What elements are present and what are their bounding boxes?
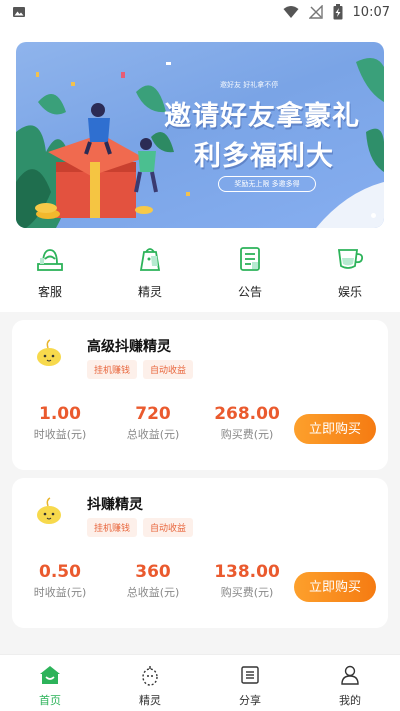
product-name: 高级抖赚精灵: [87, 339, 171, 355]
product-tag: 挂机赚钱: [87, 518, 138, 537]
product-tags: 挂机赚钱 自动收益: [87, 360, 194, 379]
hourly-income-stat: 1.00 时收益(元): [15, 404, 105, 442]
share-icon: [241, 666, 259, 684]
bottom-nav-share[interactable]: 分享: [200, 655, 300, 711]
gallery-notification-icon: [13, 7, 25, 17]
quick-nav-label: 娱乐: [337, 285, 362, 299]
bottom-nav-home[interactable]: 首页: [0, 655, 100, 711]
bottom-nav-label: 我的: [339, 694, 361, 707]
hourly-income-label: 时收益(元): [33, 428, 87, 441]
quick-nav-label: 公告: [237, 285, 262, 299]
home-icon: [40, 666, 60, 684]
quick-nav-item-sprite[interactable]: 精灵: [100, 244, 200, 304]
profile-icon: [341, 665, 359, 685]
quick-nav-label: 精灵: [137, 285, 162, 299]
sprite-bag-icon: [139, 248, 161, 271]
bottom-nav: 首页 精灵 分享 我的: [0, 654, 400, 711]
sprite-icon: [142, 666, 158, 686]
quick-nav-item-entertainment[interactable]: 娱乐: [300, 244, 400, 304]
total-income-label: 总收益(元): [126, 428, 180, 441]
quick-nav: 客服 精灵 公告 娱乐: [0, 244, 400, 304]
product-tag: 挂机赚钱: [87, 360, 138, 379]
quick-nav-item-service[interactable]: 客服: [0, 244, 100, 304]
price-value: 268.00: [214, 404, 280, 424]
banner-small-text: 邀好友 好礼拿不停: [220, 81, 279, 89]
product-card: 抖赚精灵 挂机赚钱 自动收益 0.50 时收益(元) 360 总收益(元) 13…: [12, 478, 388, 628]
price-stat: 138.00 购买费(元): [202, 562, 292, 600]
announcement-icon: [240, 247, 260, 271]
hourly-income-value: 0.50: [39, 562, 81, 582]
total-income-value: 360: [135, 562, 171, 582]
buy-now-button[interactable]: 立即购买: [294, 414, 376, 444]
hourly-income-stat: 0.50 时收益(元): [15, 562, 105, 600]
price-label: 购买费(元): [220, 586, 274, 599]
product-tag: 自动收益: [143, 360, 194, 379]
bottom-nav-label: 精灵: [139, 694, 161, 707]
price-stat: 268.00 购买费(元): [202, 404, 292, 442]
quick-nav-label: 客服: [37, 285, 62, 299]
sprite-mascot-icon: [37, 497, 61, 524]
battery-charging-icon: [333, 4, 343, 20]
total-income-label: 总收益(元): [126, 586, 180, 599]
bottom-nav-profile[interactable]: 我的: [300, 655, 400, 711]
banner-title-line1: 邀请好友拿豪礼: [164, 101, 360, 132]
carousel-indicator: [371, 213, 376, 218]
buy-now-button[interactable]: 立即购买: [294, 572, 376, 602]
product-name: 抖赚精灵: [87, 497, 143, 513]
status-time: 10:07: [352, 4, 390, 20]
customer-service-icon: [37, 249, 63, 271]
sprite-mascot-icon: [37, 339, 61, 366]
no-signal-icon: [308, 5, 323, 19]
total-income-stat: 720 总收益(元): [108, 404, 198, 442]
promo-banner[interactable]: 邀好友 好礼拿不停 邀请好友拿豪礼 利多福利大 奖励无上限 多邀多得: [16, 42, 384, 228]
bottom-nav-sprite[interactable]: 精灵: [100, 655, 200, 711]
wifi-icon: [283, 6, 299, 18]
cup-icon: [337, 249, 364, 269]
status-bar: 10:07: [0, 0, 400, 24]
bottom-nav-label: 首页: [39, 694, 61, 707]
total-income-stat: 360 总收益(元): [108, 562, 198, 600]
hourly-income-label: 时收益(元): [33, 586, 87, 599]
product-card: 高级抖赚精灵 挂机赚钱 自动收益 1.00 时收益(元) 720 总收益(元) …: [12, 320, 388, 470]
price-label: 购买费(元): [220, 428, 274, 441]
banner-title-line2: 利多福利大: [194, 141, 334, 172]
product-tags: 挂机赚钱 自动收益: [87, 518, 194, 537]
total-income-value: 720: [135, 404, 171, 424]
banner-pill: 奖励无上限 多邀多得: [218, 176, 316, 192]
hourly-income-value: 1.00: [39, 404, 81, 424]
product-tag: 自动收益: [143, 518, 194, 537]
price-value: 138.00: [214, 562, 280, 582]
quick-nav-item-announcement[interactable]: 公告: [200, 244, 300, 304]
bottom-nav-label: 分享: [239, 694, 261, 707]
